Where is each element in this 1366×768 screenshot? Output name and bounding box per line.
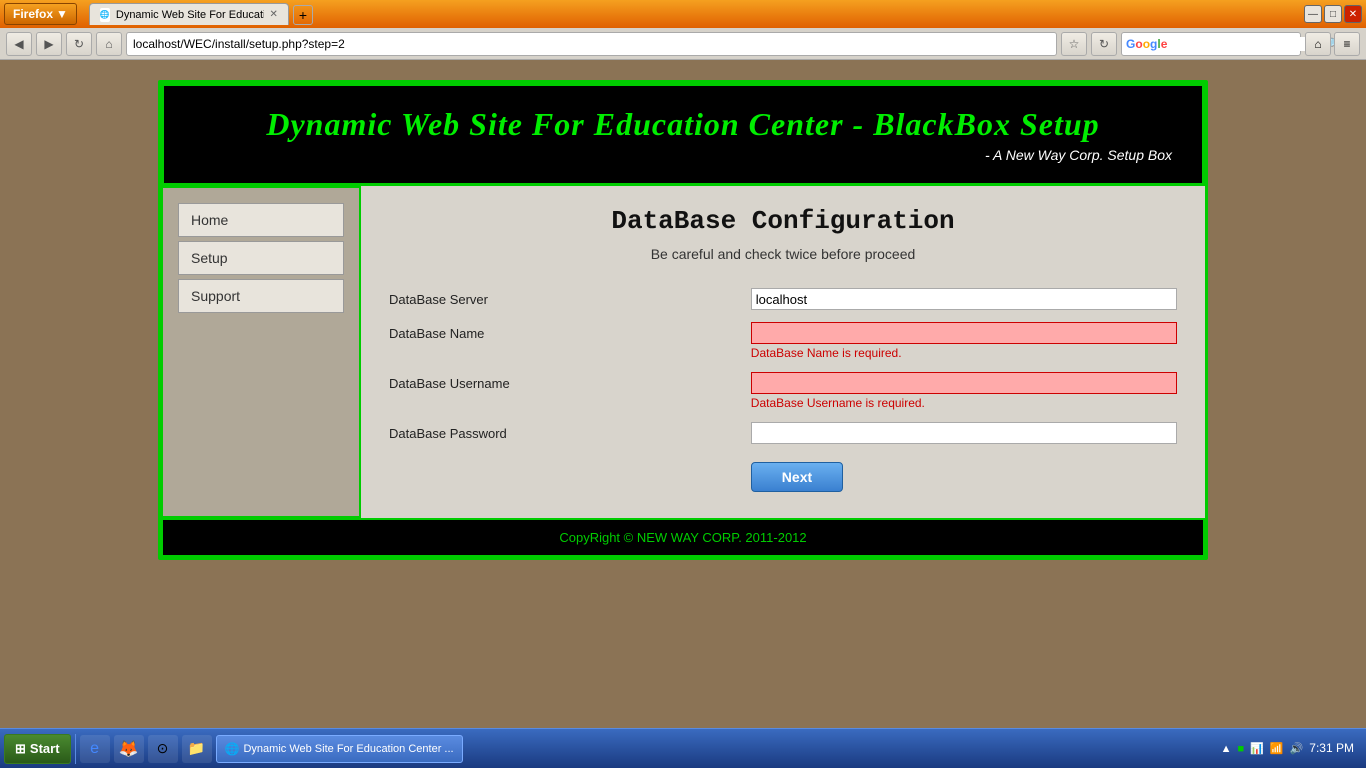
taskbar-divider bbox=[75, 734, 76, 764]
menu-icon-button[interactable]: ≡ bbox=[1334, 32, 1360, 56]
forward-button[interactable]: ▶ bbox=[36, 32, 62, 56]
db-name-field-cell: DataBase Name is required. bbox=[743, 316, 1185, 366]
taskbar: ⊞ Start e 🦊 ⊙ 📁 🌐 Dynamic Web Site For E… bbox=[0, 728, 1366, 768]
refresh-small-button[interactable]: ↻ bbox=[1091, 32, 1117, 56]
main-form-area: DataBase Configuration Be careful and ch… bbox=[361, 186, 1205, 518]
taskbar-browser-item[interactable]: 🌐 Dynamic Web Site For Education Center … bbox=[216, 735, 463, 763]
db-password-field-cell bbox=[743, 416, 1185, 450]
ie-icon-glyph: e bbox=[90, 740, 99, 758]
folder-icon-glyph: 📁 bbox=[188, 740, 205, 757]
back-button[interactable]: ◀ bbox=[6, 32, 32, 56]
system-tray: ▲ ■ 📊 📶 🔊 7:31 PM bbox=[1213, 741, 1362, 757]
search-input[interactable] bbox=[1171, 37, 1326, 51]
active-tab[interactable]: 🌐 Dynamic Web Site For Education Center … bbox=[89, 3, 289, 25]
bookmark-button[interactable]: ☆ bbox=[1061, 32, 1087, 56]
taskbar-item-icon: 🌐 bbox=[225, 742, 240, 756]
sidebar-setup-label: Setup bbox=[191, 250, 228, 266]
sidebar-item-setup[interactable]: Setup bbox=[178, 241, 344, 275]
tray-icon-volume: 🔊 bbox=[1290, 742, 1304, 755]
db-password-input[interactable] bbox=[751, 422, 1177, 444]
firefox-label: Firefox bbox=[13, 7, 53, 21]
db-name-error: DataBase Name is required. bbox=[751, 346, 1177, 360]
db-username-field-cell: DataBase Username is required. bbox=[743, 366, 1185, 416]
minimize-button[interactable]: — bbox=[1304, 5, 1322, 23]
db-username-input[interactable] bbox=[751, 372, 1177, 394]
firefox-taskbar-icon[interactable]: 🦊 bbox=[114, 735, 144, 763]
browser-titlebar: Firefox ▼ 🌐 Dynamic Web Site For Educati… bbox=[0, 0, 1366, 28]
site-title: Dynamic Web Site For Education Center - … bbox=[194, 106, 1172, 143]
tab-title: Dynamic Web Site For Education Center ..… bbox=[116, 9, 264, 21]
home-icon-button[interactable]: ⌂ bbox=[1305, 32, 1331, 56]
sidebar-item-support[interactable]: Support bbox=[178, 279, 344, 313]
tray-icon-2: 📊 bbox=[1250, 742, 1264, 755]
chrome-icon[interactable]: ⊙ bbox=[148, 735, 178, 763]
start-button[interactable]: ⊞ Start bbox=[4, 734, 71, 764]
ie-icon[interactable]: e bbox=[80, 735, 110, 763]
sidebar-home-label: Home bbox=[191, 212, 228, 228]
table-row: DataBase Username DataBase Username is r… bbox=[381, 366, 1185, 416]
db-server-input[interactable] bbox=[751, 288, 1177, 310]
address-bar[interactable] bbox=[126, 32, 1057, 56]
content-area: Home Setup Support DataBase Configuratio… bbox=[161, 186, 1205, 518]
firefox-menu-button[interactable]: Firefox ▼ bbox=[4, 3, 77, 25]
main-container: Dynamic Web Site For Education Center - … bbox=[158, 80, 1208, 560]
tray-icon-3: 📶 bbox=[1270, 742, 1284, 755]
next-button-cell: Next bbox=[743, 450, 1185, 498]
start-label: Start bbox=[30, 741, 60, 756]
maximize-button[interactable]: □ bbox=[1324, 5, 1342, 23]
page-title: DataBase Configuration bbox=[381, 206, 1185, 236]
tray-icon-1: ▲ bbox=[1221, 743, 1232, 755]
toolbar-icons: ⌂ ≡ bbox=[1305, 32, 1360, 56]
sidebar: Home Setup Support bbox=[161, 186, 361, 518]
table-row: Next bbox=[381, 450, 1185, 498]
db-server-field-cell bbox=[743, 282, 1185, 316]
copyright-text: CopyRight © NEW WAY CORP. 2011-2012 bbox=[559, 530, 806, 545]
table-row: DataBase Server bbox=[381, 282, 1185, 316]
config-table: DataBase Server DataBase Name DataBase N… bbox=[381, 282, 1185, 498]
tray-icon-green: ■ bbox=[1238, 743, 1245, 755]
window-controls: — □ ✕ bbox=[1304, 5, 1362, 23]
sidebar-support-label: Support bbox=[191, 288, 240, 304]
db-name-input[interactable] bbox=[751, 322, 1177, 344]
taskbar-item-label: Dynamic Web Site For Education Center ..… bbox=[243, 743, 453, 755]
db-server-label: DataBase Server bbox=[381, 282, 743, 316]
form-subtitle: Be careful and check twice before procee… bbox=[381, 246, 1185, 262]
table-row: DataBase Password bbox=[381, 416, 1185, 450]
chrome-icon-glyph: ⊙ bbox=[157, 740, 169, 757]
tab-bar: 🌐 Dynamic Web Site For Education Center … bbox=[89, 3, 313, 25]
db-username-error: DataBase Username is required. bbox=[751, 396, 1177, 410]
clock-time: 7:31 PM bbox=[1309, 741, 1354, 755]
tab-favicon: 🌐 bbox=[100, 8, 110, 22]
google-logo: Google bbox=[1126, 37, 1167, 51]
close-button[interactable]: ✕ bbox=[1344, 5, 1362, 23]
db-name-label: DataBase Name bbox=[381, 316, 743, 366]
folder-icon[interactable]: 📁 bbox=[182, 735, 212, 763]
db-username-label: DataBase Username bbox=[381, 366, 743, 416]
browser-toolbar: ◀ ▶ ↻ ⌂ ☆ ↻ Google 🔍 ⌂ ≡ bbox=[0, 28, 1366, 60]
taskbar-items: 🌐 Dynamic Web Site For Education Center … bbox=[216, 735, 1209, 763]
next-button[interactable]: Next bbox=[751, 462, 843, 492]
sidebar-item-home[interactable]: Home bbox=[178, 203, 344, 237]
home-button[interactable]: ⌂ bbox=[96, 32, 122, 56]
clock-display: 7:31 PM bbox=[1309, 741, 1354, 757]
firefox-dropdown-icon: ▼ bbox=[56, 7, 68, 21]
reload-button[interactable]: ↻ bbox=[66, 32, 92, 56]
new-tab-button[interactable]: + bbox=[293, 5, 313, 25]
tab-close-button[interactable]: ✕ bbox=[270, 9, 278, 20]
page-content: Dynamic Web Site For Education Center - … bbox=[0, 60, 1366, 660]
site-footer: CopyRight © NEW WAY CORP. 2011-2012 bbox=[161, 518, 1205, 557]
site-subtitle: - A New Way Corp. Setup Box bbox=[194, 147, 1172, 163]
site-header: Dynamic Web Site For Education Center - … bbox=[161, 83, 1205, 186]
windows-icon: ⊞ bbox=[15, 741, 26, 757]
empty-cell bbox=[381, 450, 743, 498]
firefox-icon-glyph: 🦊 bbox=[119, 739, 139, 759]
db-password-label: DataBase Password bbox=[381, 416, 743, 450]
table-row: DataBase Name DataBase Name is required. bbox=[381, 316, 1185, 366]
